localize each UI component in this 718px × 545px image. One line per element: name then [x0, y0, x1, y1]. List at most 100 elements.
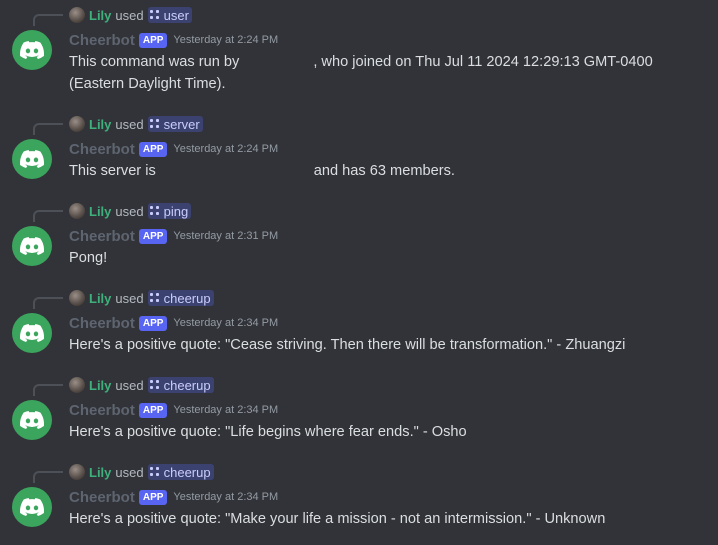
message-timestamp[interactable]: Yesterday at 2:34 PM: [173, 317, 278, 329]
reply-reference[interactable]: Lily used cheerup: [69, 376, 214, 394]
discord-logo-icon: [20, 411, 44, 429]
message-item: Lily used ping Cheerbot APP Yesterday at…: [0, 196, 718, 284]
reply-connector: [33, 471, 63, 483]
reply-username[interactable]: Lily: [89, 204, 111, 219]
slash-command-icon: [149, 293, 160, 303]
bot-username[interactable]: Cheerbot: [69, 489, 135, 506]
bot-username[interactable]: Cheerbot: [69, 315, 135, 332]
command-name: server: [163, 116, 200, 132]
message-content: This server is and has 63 members.: [69, 160, 709, 182]
command-mention[interactable]: cheerup: [147, 464, 214, 480]
app-badge: APP: [138, 489, 168, 505]
content-text: This server is: [69, 163, 156, 179]
content-text: and has 63 members.: [313, 163, 455, 179]
reply-reference[interactable]: Lily used ping: [69, 202, 192, 220]
reply-username[interactable]: Lily: [89, 291, 111, 306]
bot-username[interactable]: Cheerbot: [69, 141, 135, 158]
reply-reference[interactable]: Lily used user: [69, 6, 192, 24]
user-avatar-icon[interactable]: [69, 290, 85, 306]
command-name: cheerup: [163, 377, 211, 393]
user-avatar-icon[interactable]: [69, 203, 85, 219]
message-content: Here's a positive quote: "Make your life…: [69, 511, 606, 527]
redacted-server-name: [156, 166, 314, 176]
slash-command-icon: [149, 467, 160, 477]
redacted-username: [239, 57, 313, 67]
command-mention[interactable]: cheerup: [147, 290, 214, 306]
app-badge: APP: [138, 402, 168, 418]
reply-connector: [33, 297, 63, 309]
message-timestamp[interactable]: Yesterday at 2:24 PM: [173, 143, 278, 155]
message-timestamp[interactable]: Yesterday at 2:24 PM: [173, 34, 278, 46]
message-content: Here's a positive quote: "Life begins wh…: [69, 424, 467, 440]
discord-logo-icon: [20, 150, 44, 168]
reply-connector: [33, 210, 63, 222]
bot-avatar[interactable]: [12, 400, 52, 440]
command-mention[interactable]: ping: [147, 203, 192, 219]
message-timestamp[interactable]: Yesterday at 2:31 PM: [173, 230, 278, 242]
message-item: Lily used cheerup Cheerbot APP Yesterday…: [0, 370, 718, 458]
user-avatar-icon[interactable]: [69, 116, 85, 132]
content-text: This command was run by: [69, 54, 240, 70]
message-item: Lily used user Cheerbot APP Yesterday at…: [0, 0, 718, 92]
message-item: Lily used server Cheerbot APP Yesterday …: [0, 109, 718, 197]
reply-used-text: used: [115, 377, 144, 393]
bot-username[interactable]: Cheerbot: [69, 32, 135, 49]
slash-command-icon: [149, 206, 160, 216]
message-header: Cheerbot APP Yesterday at 2:31 PM: [69, 226, 278, 246]
reply-reference[interactable]: Lily used server: [69, 115, 203, 133]
user-avatar-icon[interactable]: [69, 377, 85, 393]
command-name: cheerup: [163, 464, 211, 480]
bot-avatar[interactable]: [12, 313, 52, 353]
reply-username[interactable]: Lily: [89, 8, 111, 23]
message-item: Lily used cheerup Cheerbot APP Yesterday…: [0, 283, 718, 371]
command-name: cheerup: [163, 290, 211, 306]
command-mention[interactable]: cheerup: [147, 377, 214, 393]
slash-command-icon: [149, 10, 160, 20]
bot-avatar[interactable]: [12, 226, 52, 266]
message-timestamp[interactable]: Yesterday at 2:34 PM: [173, 404, 278, 416]
message-header: Cheerbot APP Yesterday at 2:24 PM: [69, 139, 278, 159]
app-badge: APP: [138, 141, 168, 157]
message-item: Lily used cheerup Cheerbot APP Yesterday…: [0, 457, 718, 545]
bot-username[interactable]: Cheerbot: [69, 228, 135, 245]
user-avatar-icon[interactable]: [69, 464, 85, 480]
reply-username[interactable]: Lily: [89, 117, 111, 132]
reply-reference[interactable]: Lily used cheerup: [69, 289, 214, 307]
slash-command-icon: [149, 380, 160, 390]
reply-used-text: used: [115, 7, 144, 23]
bot-username[interactable]: Cheerbot: [69, 402, 135, 419]
slash-command-icon: [149, 119, 160, 129]
message-header: Cheerbot APP Yesterday at 2:24 PM: [69, 30, 278, 50]
message-content: This command was run by, who joined on T…: [69, 51, 709, 95]
command-mention[interactable]: server: [147, 116, 203, 132]
bot-avatar[interactable]: [12, 30, 52, 70]
bot-avatar[interactable]: [12, 139, 52, 179]
user-avatar-icon[interactable]: [69, 7, 85, 23]
discord-logo-icon: [20, 324, 44, 342]
reply-used-text: used: [115, 116, 144, 132]
message-header: Cheerbot APP Yesterday at 2:34 PM: [69, 400, 278, 420]
reply-used-text: used: [115, 464, 144, 480]
reply-reference[interactable]: Lily used cheerup: [69, 463, 214, 481]
reply-username[interactable]: Lily: [89, 378, 111, 393]
reply-used-text: used: [115, 290, 144, 306]
command-name: user: [163, 7, 189, 23]
message-timestamp[interactable]: Yesterday at 2:34 PM: [173, 491, 278, 503]
app-badge: APP: [138, 32, 168, 48]
message-header: Cheerbot APP Yesterday at 2:34 PM: [69, 313, 278, 333]
reply-username[interactable]: Lily: [89, 465, 111, 480]
discord-logo-icon: [20, 498, 44, 516]
reply-connector: [33, 384, 63, 396]
message-content: Pong!: [69, 250, 108, 266]
app-badge: APP: [138, 315, 168, 331]
command-mention[interactable]: user: [147, 7, 192, 23]
message-content: Here's a positive quote: "Cease striving…: [69, 337, 626, 353]
reply-used-text: used: [115, 203, 144, 219]
app-badge: APP: [138, 228, 168, 244]
command-name: ping: [163, 203, 189, 219]
reply-connector: [33, 14, 63, 26]
discord-logo-icon: [20, 237, 44, 255]
message-header: Cheerbot APP Yesterday at 2:34 PM: [69, 487, 278, 507]
discord-logo-icon: [20, 41, 44, 59]
bot-avatar[interactable]: [12, 487, 52, 527]
